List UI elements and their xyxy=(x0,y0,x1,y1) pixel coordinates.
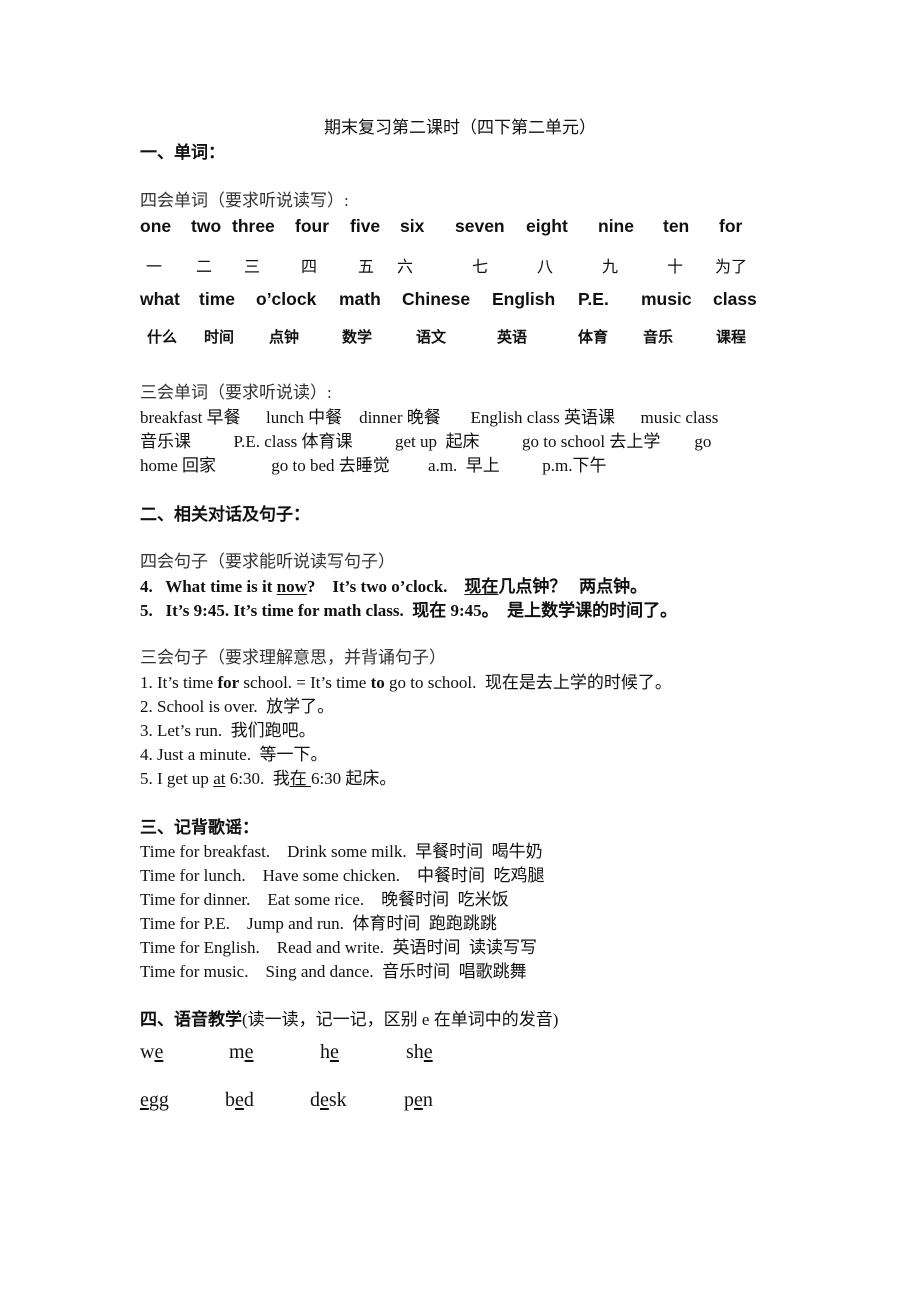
translation: 数学 xyxy=(342,330,373,346)
section4-heading-row: 四、语音教学(读一读，记一记，区别 e 在单词中的发音) xyxy=(140,1005,558,1030)
word: English xyxy=(492,289,556,309)
translation: 点钟 xyxy=(269,330,300,346)
word: ten xyxy=(663,216,690,236)
bold-word: for xyxy=(217,673,240,692)
three-skill-sentence-1: 1. It’s time for school. = It’s time to … xyxy=(140,668,672,693)
sentence-text: go to school. 现在是去上学的时候了。 xyxy=(384,673,672,692)
translation: 体育 xyxy=(578,330,609,346)
three-skill-words-line: breakfast 早餐 lunch 中餐 dinner 晚餐 English … xyxy=(140,408,719,427)
phonics-word: desk xyxy=(310,1089,347,1111)
word: one xyxy=(140,216,172,236)
section4-note: (读一读，记一记，区别 e 在单词中的发音) xyxy=(242,1010,559,1029)
four-skill-sentence-5: 5. It’s 9:45. It’s time for math class. … xyxy=(140,596,677,621)
three-skill-words-line: 音乐课 P.E. class 体育课 get up 起床 go to schoo… xyxy=(140,432,712,451)
four-skill-sentence-4: 4. What time is it now? It’s two o’clock… xyxy=(140,572,647,597)
underlined-word: 现在 xyxy=(464,577,499,596)
three-skill-words-line: home 回家 go to bed 去睡觉 a.m. 早上 p.m.下午 xyxy=(140,456,607,475)
chant-line: Time for lunch. Have some chicken. 中餐时间 … xyxy=(140,866,545,885)
translation: 语文 xyxy=(416,330,447,346)
translation: 三 xyxy=(244,259,261,276)
word: music xyxy=(641,289,692,309)
underlined-word: now xyxy=(276,577,307,596)
document-title: 期末复习第二课时（四下第二单元） xyxy=(324,118,596,137)
three-skill-sentence-4: 4. Just a minute. 等一下。 xyxy=(140,745,328,764)
translation: 一 xyxy=(146,259,163,276)
three-skill-sentence-5: 5. I get up at 6:30. 我在 6:30 起床。 xyxy=(140,764,396,789)
sentence-text: 6:30 起床。 xyxy=(310,769,397,788)
section3-heading: 三、记背歌谣： xyxy=(140,818,259,837)
chant-line: Time for breakfast. Drink some milk. 早餐时… xyxy=(140,842,543,861)
sentence-text: ? It’s two o’clock. xyxy=(306,577,465,596)
word: math xyxy=(339,289,381,309)
translation: 音乐 xyxy=(643,330,674,346)
bold-word: to xyxy=(370,673,385,692)
section1-heading: 一、单词： xyxy=(140,143,225,162)
translation: 为了 xyxy=(715,259,748,276)
sentence-text: It’s 9:45. It’s time for math class. 现在 … xyxy=(165,601,678,620)
translation: 什么 xyxy=(147,330,178,346)
word: three xyxy=(232,216,275,236)
three-skill-sentence-2: 2. School is over. 放学了。 xyxy=(140,697,335,716)
word: four xyxy=(295,216,330,236)
phonics-word: he xyxy=(320,1041,339,1063)
translation: 课程 xyxy=(716,330,747,346)
sentence-text: 几点钟？ 两点钟。 xyxy=(498,577,648,596)
translation: 六 xyxy=(397,259,414,276)
word: class xyxy=(713,289,757,309)
section2-heading: 二、相关对话及句子： xyxy=(140,505,310,524)
phonics-word: me xyxy=(229,1041,254,1063)
chant-line: Time for dinner. Eat some rice. 晚餐时间 吃米饭 xyxy=(140,890,509,909)
sentence-number: 5. xyxy=(140,601,153,620)
phonics-word: we xyxy=(140,1041,164,1063)
sentence-text: 1. It’s time xyxy=(140,673,218,692)
three-skill-words-label: 三会单词（要求听说读）: xyxy=(140,383,332,402)
four-skill-sentences-label: 四会句子（要求能听说读写句子） xyxy=(140,552,395,571)
chant-line: Time for music. Sing and dance. 音乐时间 唱歌跳… xyxy=(140,962,527,981)
word: eight xyxy=(526,216,568,236)
underlined-word: at xyxy=(213,769,226,788)
word: five xyxy=(350,216,381,236)
phonics-word: pen xyxy=(404,1089,433,1111)
word: seven xyxy=(455,216,505,236)
sentence-text: 6:30. 我 xyxy=(225,769,290,788)
underlined-word: 在 xyxy=(289,769,311,788)
translation: 四 xyxy=(301,259,318,276)
translation: 八 xyxy=(537,259,554,276)
three-skill-sentence-3: 3. Let’s run. 我们跑吧。 xyxy=(140,721,316,740)
chant-line: Time for P.E. Jump and run. 体育时间 跑跑跳跳 xyxy=(140,914,497,933)
three-skill-sentences-label: 三会句子（要求理解意思，并背诵句子） xyxy=(140,648,446,667)
translation: 十 xyxy=(667,259,684,276)
word: o’clock xyxy=(256,289,317,309)
phonics-word: egg xyxy=(140,1089,169,1111)
sentence-text: school. = It’s time xyxy=(239,673,371,692)
sentence-number: 4. xyxy=(140,577,153,596)
word: P.E. xyxy=(578,289,609,309)
translation: 七 xyxy=(472,259,489,276)
four-skill-words-label: 四会单词（要求听说读写）: xyxy=(140,191,349,210)
word: what xyxy=(140,289,180,309)
translation: 英语 xyxy=(497,330,528,346)
word: time xyxy=(199,289,235,309)
word: for xyxy=(719,216,743,236)
word: Chinese xyxy=(402,289,471,309)
word: nine xyxy=(598,216,634,236)
section4-heading: 四、语音教学 xyxy=(140,1010,242,1029)
sentence-text: 5. I get up xyxy=(140,769,214,788)
word: two xyxy=(191,216,222,236)
phonics-word: she xyxy=(406,1041,433,1063)
phonics-word: bed xyxy=(225,1089,254,1111)
sentence-text: What time is it xyxy=(165,577,277,596)
translation: 五 xyxy=(358,259,375,276)
word: six xyxy=(400,216,425,236)
chant-line: Time for English. Read and write. 英语时间 读… xyxy=(140,938,537,957)
translation: 二 xyxy=(196,259,213,276)
translation: 九 xyxy=(602,259,619,276)
translation: 时间 xyxy=(204,330,235,346)
